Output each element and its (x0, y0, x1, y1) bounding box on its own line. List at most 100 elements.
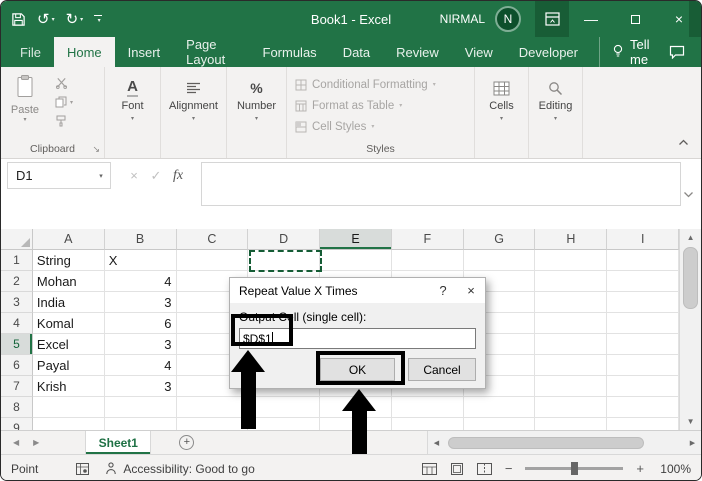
cell-F9[interactable] (391, 418, 464, 430)
cell-A4[interactable]: Komal (32, 313, 105, 334)
dialog-close-button[interactable]: × (457, 278, 485, 303)
tab-review[interactable]: Review (383, 37, 452, 67)
redo-button[interactable]: ↻ ▾ (66, 10, 84, 28)
scroll-right-arrow[interactable]: ▶ (684, 439, 701, 447)
cut-button[interactable] (55, 77, 73, 89)
font-group-button[interactable]: A Font ▾ (105, 67, 161, 158)
tab-file[interactable]: File (7, 37, 54, 67)
zoom-out-button[interactable]: − (505, 461, 513, 476)
page-break-preview-button[interactable] (476, 462, 492, 475)
column-header-C[interactable]: C (176, 229, 249, 250)
tab-formulas[interactable]: Formulas (250, 37, 330, 67)
tab-insert[interactable]: Insert (115, 37, 174, 67)
cell-E8[interactable] (320, 397, 392, 418)
previous-sheet-arrow[interactable]: ◀ (13, 438, 19, 447)
cell-H8[interactable] (535, 397, 608, 418)
output-cell-input[interactable] (239, 328, 476, 349)
minimize-button[interactable]: — (569, 1, 613, 37)
record-macro-button[interactable] (76, 462, 90, 475)
tab-home[interactable]: Home (53, 37, 115, 67)
sheet-tab-sheet1[interactable]: Sheet1 (85, 431, 152, 454)
save-icon[interactable] (11, 12, 26, 27)
cell-B5[interactable]: 3 (104, 334, 177, 355)
cell-H5[interactable] (535, 334, 608, 355)
row-header-1[interactable]: 1 (1, 250, 33, 271)
cell-I7[interactable] (607, 376, 680, 397)
column-header-E[interactable]: E (320, 229, 392, 250)
editing-group-button[interactable]: Editing ▾ (529, 67, 583, 158)
column-header-F[interactable]: F (391, 229, 464, 250)
close-button[interactable]: × (657, 1, 701, 37)
cells-group-button[interactable]: Cells ▾ (475, 67, 529, 158)
undo-button[interactable]: ↺ ▾ (37, 10, 55, 28)
horizontal-scrollbar[interactable]: ◀ ▶ (427, 431, 701, 454)
zoom-slider-thumb[interactable] (571, 462, 579, 475)
column-header-A[interactable]: A (32, 229, 105, 250)
next-sheet-arrow[interactable]: ▶ (33, 438, 39, 447)
copy-button[interactable]: ▾ (55, 96, 73, 108)
cell-A2[interactable]: Mohan (32, 271, 105, 292)
cell-A8[interactable] (32, 397, 105, 418)
cell-B2[interactable]: 4 (104, 271, 177, 292)
cancel-button[interactable]: Cancel (408, 358, 476, 381)
avatar[interactable]: N (495, 6, 521, 32)
cell-I9[interactable] (607, 418, 680, 430)
cell-B1[interactable]: X (104, 250, 177, 271)
row-header-5[interactable]: 5 (1, 334, 33, 355)
cell-B8[interactable] (104, 397, 177, 418)
cell-A1[interactable]: String (32, 250, 105, 271)
column-header-G[interactable]: G (463, 229, 536, 250)
cell-B7[interactable]: 3 (104, 376, 177, 397)
vertical-scrollbar[interactable]: ▲ ▼ (679, 229, 701, 430)
maximize-button[interactable] (613, 1, 657, 37)
row-header-9[interactable]: 9 (1, 418, 33, 430)
horizontal-scrollbar-track[interactable] (445, 431, 684, 454)
zoom-slider[interactable] (525, 462, 624, 475)
tab-developer[interactable]: Developer (506, 37, 591, 67)
user-name[interactable]: NIRMAL (440, 12, 485, 26)
cell-H2[interactable] (535, 271, 608, 292)
cell-A5[interactable]: Excel (32, 334, 105, 355)
cell-F1[interactable] (391, 250, 464, 271)
conditional-formatting-button[interactable]: Conditional Formatting ▾ (295, 74, 468, 95)
tab-data[interactable]: Data (330, 37, 383, 67)
clipboard-dialog-launcher-icon[interactable]: ↘ (92, 144, 100, 155)
cell-H9[interactable] (535, 418, 608, 430)
scroll-up-arrow[interactable]: ▲ (680, 229, 701, 246)
cell-B9[interactable] (104, 418, 177, 430)
cell-I1[interactable] (607, 250, 680, 271)
cell-D9[interactable] (248, 418, 321, 430)
vertical-scrollbar-thumb[interactable] (683, 247, 698, 309)
alignment-group-button[interactable]: Alignment ▾ (161, 67, 227, 158)
row-header-2[interactable]: 2 (1, 271, 33, 292)
confirm-entry-button[interactable]: ✓ (145, 168, 167, 184)
cell-A3[interactable]: India (32, 292, 105, 313)
column-header-I[interactable]: I (607, 229, 680, 250)
cell-G8[interactable] (463, 397, 536, 418)
cancel-entry-button[interactable]: × (123, 168, 145, 183)
cell-C9[interactable] (176, 418, 249, 430)
ok-button[interactable]: OK (320, 358, 395, 381)
cell-I4[interactable] (607, 313, 680, 334)
cell-G1[interactable] (463, 250, 536, 271)
cell-D8[interactable] (248, 397, 321, 418)
column-header-H[interactable]: H (535, 229, 608, 250)
tab-view[interactable]: View (452, 37, 506, 67)
cell-I6[interactable] (607, 355, 680, 376)
format-painter-button[interactable] (55, 115, 73, 127)
cell-I5[interactable] (607, 334, 680, 355)
dialog-help-button[interactable]: ? (429, 278, 457, 303)
cell-A9[interactable] (32, 418, 105, 430)
name-box[interactable]: D1 ▾ (7, 162, 111, 189)
ribbon-display-options-button[interactable] (535, 1, 569, 37)
insert-function-button[interactable]: fx (167, 168, 189, 184)
row-header-7[interactable]: 7 (1, 376, 33, 397)
tell-me-button[interactable]: Tell me (599, 37, 669, 67)
cell-E9[interactable] (320, 418, 392, 430)
cell-B4[interactable]: 6 (104, 313, 177, 334)
number-group-button[interactable]: % Number ▾ (227, 67, 287, 158)
new-sheet-button[interactable]: + (179, 431, 195, 454)
cell-I2[interactable] (607, 271, 680, 292)
customize-qat-button[interactable]: ▾ (94, 14, 103, 24)
column-header-B[interactable]: B (104, 229, 177, 250)
